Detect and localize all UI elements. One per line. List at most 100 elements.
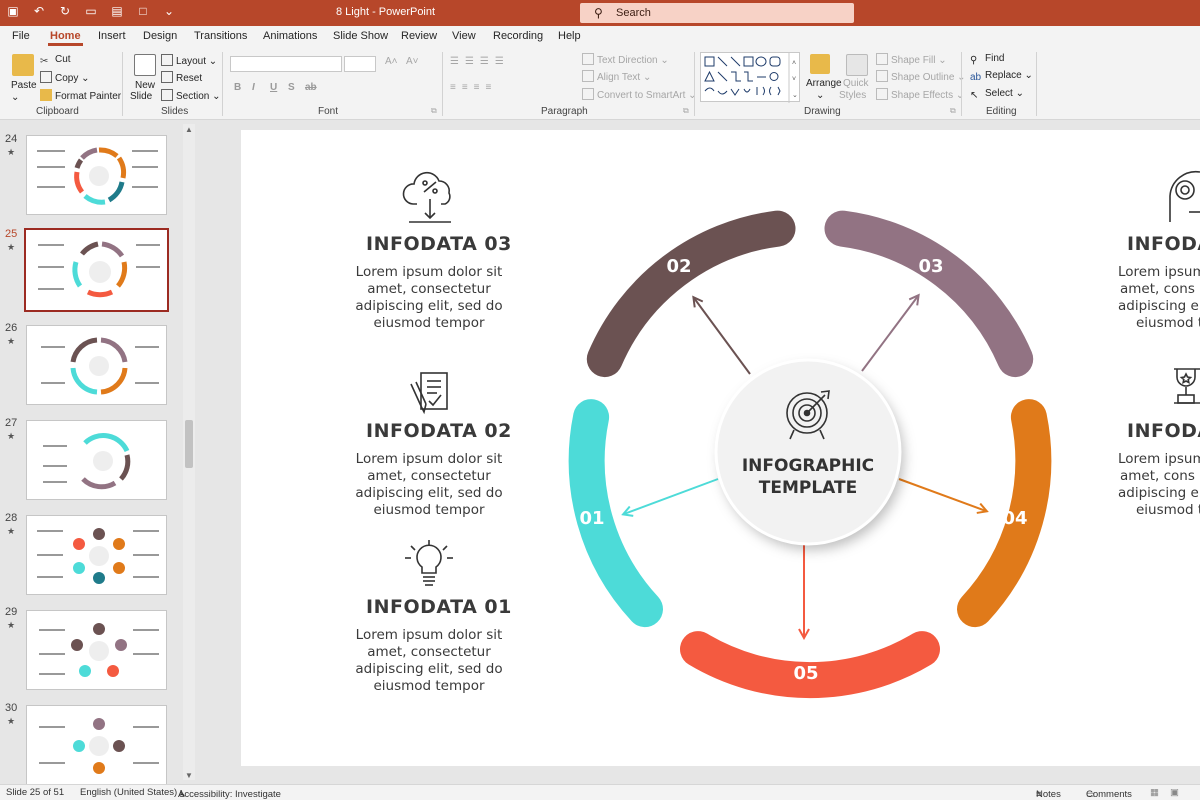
bullets-icons[interactable]: ☰☰☰☰ [450,56,510,67]
slide-sorter-icon[interactable]: ▣ [1170,787,1179,798]
scroll-up-icon[interactable]: ▲ [185,125,193,134]
search-placeholder: Search [616,7,651,19]
shape-icon[interactable]: □ [136,4,150,18]
title-bar: ▣ ↶ ↻ ▭ ▤ □ ⌄ 8 Light - PowerPoint ⚲ Sea… [0,0,1200,26]
tab-transitions[interactable]: Transitions [194,30,247,42]
infodata-01-body[interactable]: Lorem ipsum dolor sit amet, consectetur … [348,627,510,695]
slide-thumbnail-25[interactable] [24,228,169,312]
infodata-02-title[interactable]: INFODATA 02 [366,420,512,442]
new-slide-icon[interactable] [134,54,156,76]
shape-effects-button[interactable]: Shape Effects ⌄ [876,88,964,101]
replace-button[interactable]: ab Replace ⌄ [970,70,1033,84]
paste-dropdown-icon[interactable]: ⌄ [11,92,19,103]
animation-star-icon: ★ [7,526,16,536]
infodata-03-title[interactable]: INFODATA 03 [366,233,512,255]
thumbnail-number: 29 [5,606,18,618]
shape-outline-button[interactable]: Shape Outline ⌄ [876,70,966,83]
tab-insert[interactable]: Insert [98,30,126,42]
tab-review[interactable]: Review [401,30,437,42]
tab-help[interactable]: Help [558,30,581,42]
slideshow-icon[interactable]: ▤ [110,4,124,18]
arrange-icon[interactable] [810,54,830,74]
shadow-button[interactable]: S [288,82,295,93]
normal-view-icon[interactable]: ▦ [1150,787,1159,798]
drawing-group-label: Drawing [804,106,841,117]
quick-styles-icon[interactable] [846,54,868,76]
separator [442,52,443,116]
bold-button[interactable]: B [234,82,241,93]
copy-label: Copy [55,73,79,84]
cut-button[interactable]: ✂ Cut [40,54,71,68]
italic-button[interactable]: I [252,82,255,93]
reset-button[interactable]: Reset [161,71,202,84]
tab-recording[interactable]: Recording [493,30,543,42]
shrink-font-icon[interactable]: A˅ [406,56,419,67]
present-icon[interactable]: ▭ [84,4,98,18]
customize-qat-icon[interactable]: ⌄ [162,4,176,18]
select-button[interactable]: ↖ Select ⌄ [970,88,1024,102]
align-icons[interactable]: ≡≡≡≡ [450,82,497,93]
slide-thumbnail-26[interactable] [26,325,167,405]
tab-home[interactable]: Home [48,30,83,46]
infodata-right-top-title[interactable]: INFODA [1127,233,1200,255]
infodata-right-bottom-line-3: adipiscing el [1118,485,1200,501]
infodata-02-body[interactable]: Lorem ipsum dolor sit amet, consectetur … [348,451,510,519]
undo-icon[interactable]: ↶ [32,4,46,18]
infodata-right-bottom-title[interactable]: INFODA [1127,420,1200,442]
shape-outline-label: Shape Outline [891,72,955,83]
font-dialog-icon[interactable]: ⧉ [431,106,437,116]
align-text-button[interactable]: Align Text ⌄ [582,70,651,83]
slide-thumbnail-30[interactable] [26,705,167,785]
shape-effects-label: Shape Effects [891,90,954,101]
arrange-dropdown-icon[interactable]: ⌄ [816,90,824,101]
strikethrough-button[interactable]: ab [305,82,317,93]
font-size-select[interactable] [344,56,376,72]
layout-button[interactable]: Layout ⌄ [161,54,217,67]
arrange-button[interactable]: Arrange [806,78,842,89]
slide-thumbnail-29[interactable] [26,610,167,690]
shape-fill-button[interactable]: Shape Fill ⌄ [876,53,947,66]
find-button[interactable]: ⚲ Find [970,53,1004,67]
slide-counter: Slide 25 of 51 [6,787,65,798]
segment-02-arc[interactable] [586,210,796,378]
drawing-dialog-icon[interactable]: ⧉ [950,106,956,116]
segment-03-arc[interactable] [824,210,1034,378]
slide-thumbnail-27[interactable] [26,420,167,500]
tab-animations[interactable]: Animations [263,30,317,42]
infodata-03-body[interactable]: Lorem ipsum dolor sit amet, consectetur … [348,264,510,332]
infodata-right-top-body[interactable]: Lorem ipsum amet, cons adipiscing el eiu… [1118,264,1200,332]
text-direction-button[interactable]: Text Direction ⌄ [582,53,669,66]
infodata-01-title[interactable]: INFODATA 01 [366,596,512,618]
shapes-gallery[interactable]: ˄ ˅ ⌄ [700,52,800,103]
redo-icon[interactable]: ↻ [58,4,72,18]
paragraph-dialog-icon[interactable]: ⧉ [683,106,689,116]
tab-file[interactable]: File [12,30,30,42]
slide-thumbnail-24[interactable] [26,135,167,215]
search-input[interactable]: ⚲ Search [580,3,854,23]
tab-slide-show[interactable]: Slide Show [333,30,388,42]
font-family-select[interactable] [230,56,342,72]
format-painter-button[interactable]: Format Painter [40,89,121,102]
segment-label-05: 05 [793,663,818,684]
tab-design[interactable]: Design [143,30,177,42]
save-icon[interactable]: ▣ [6,4,20,18]
new-slide-label-1[interactable]: New [135,80,155,91]
thumbnail-scrollbar-thumb[interactable] [185,420,193,468]
language-indicator[interactable]: English (United States) [80,787,177,798]
quick-styles-label-2[interactable]: Styles [839,90,866,101]
copy-button[interactable]: Copy ⌄ [40,71,90,84]
accessibility-label: Accessibility: Investigate [178,789,281,800]
quick-styles-label-1[interactable]: Quick [843,78,869,89]
paste-button[interactable]: Paste [11,80,37,91]
convert-smartart-button[interactable]: Convert to SmartArt ⌄ [582,88,697,101]
infodata-right-bottom-body[interactable]: Lorem ipsum amet, cons adipiscing el eiu… [1118,451,1200,519]
font-group-label: Font [318,106,339,117]
paste-icon[interactable] [12,54,34,76]
grow-font-icon[interactable]: A˄ [385,56,398,67]
tab-view[interactable]: View [452,30,476,42]
new-slide-label-2[interactable]: Slide [130,91,152,102]
underline-button[interactable]: U [270,82,277,93]
section-button[interactable]: Section ⌄ [161,89,221,102]
slide-thumbnail-28[interactable] [26,515,167,595]
scroll-down-icon[interactable]: ▼ [185,771,193,780]
